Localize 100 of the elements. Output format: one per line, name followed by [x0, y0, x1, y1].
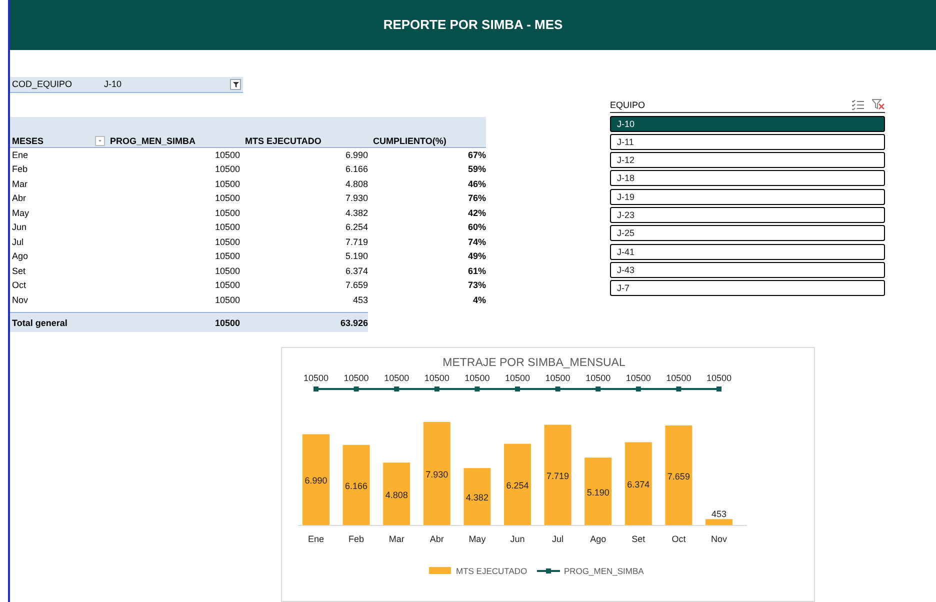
table-cell-text: 7.659 [344, 280, 368, 290]
table-cell-text: 74% [466, 236, 486, 247]
report-title: REPORTE POR SIMBA - MES [383, 17, 563, 32]
axis-label: Jun [510, 534, 525, 544]
month-cell-text: Feb [11, 164, 29, 174]
data-label: 6.374 [627, 480, 650, 490]
table-cell-text: 10500 [214, 150, 240, 160]
data-label: 6.166 [345, 480, 368, 491]
table-cell-text: 67% [466, 150, 486, 160]
table-cell-text: 7.719 [344, 236, 368, 247]
data-label: 453 [711, 509, 727, 520]
axis-label: Jul [552, 534, 564, 544]
table-cell-text: 10500 [214, 236, 240, 247]
slicer-item[interactable]: J-25 [610, 225, 885, 242]
month-cell-text: Ene [11, 150, 30, 160]
column-header: CUMPLIENTO(%) [372, 136, 448, 146]
data-label: 5.190 [586, 487, 610, 498]
table-cell-text: 10500 [214, 208, 240, 218]
table-cell-text: 7.930 [344, 193, 368, 204]
slicer-item[interactable]: J-19 [610, 188, 885, 205]
data-label: 10500 [706, 373, 732, 383]
table-cell-text: 60% [466, 222, 486, 232]
axis-label: Oct [672, 534, 686, 544]
axis-label: Abr [430, 534, 444, 544]
table-cell-text: 10500 [214, 280, 240, 290]
slicer-item[interactable]: J-11 [610, 134, 885, 150]
slicer-item[interactable]: J-41 [610, 244, 885, 260]
slicer-item[interactable]: J-7 [610, 280, 885, 296]
month-cell-text: May [11, 208, 30, 218]
total-cell-text: 63.926 [339, 318, 368, 328]
data-label: 10500 [545, 373, 570, 383]
multi-select-icon[interactable] [852, 100, 864, 110]
slicer-item[interactable]: J-10 [610, 116, 885, 132]
filter-icon[interactable] [230, 78, 241, 90]
axis-label: Ene [308, 534, 324, 544]
table-cell-text: 6.254 [344, 222, 368, 232]
data-label: 10500 [626, 373, 651, 383]
table-cell-text: 4% [472, 294, 486, 305]
slicer-item[interactable]: J-23 [610, 206, 885, 223]
table-cell-text: 59% [466, 164, 486, 174]
table-cell-text: 10500 [214, 178, 240, 189]
filter-value: J-10 [104, 79, 123, 89]
data-label: 10500 [303, 373, 329, 383]
data-label: 10500 [464, 373, 490, 383]
table-cell-text: 49% [466, 251, 486, 262]
legend-swatch [429, 567, 451, 574]
table-cell-text: 10500 [214, 251, 240, 262]
month-cell-text: Ago [11, 251, 30, 262]
table-cell-text: 61% [466, 266, 486, 276]
dropdown-icon[interactable] [95, 136, 105, 146]
data-label: 7.930 [426, 470, 448, 480]
data-label: 10500 [586, 373, 611, 383]
bar [584, 458, 612, 525]
table-cell-text: 6.166 [344, 164, 368, 174]
table-cell-text: 453 [352, 294, 368, 305]
data-label: 10500 [504, 373, 530, 383]
column-header: MTS EJECUTADO [244, 136, 322, 146]
table-cell-text: 42% [466, 208, 486, 218]
axis-label: Set [632, 534, 646, 544]
slicer-item[interactable]: J-12 [610, 152, 885, 168]
clear-filter-icon[interactable] [872, 99, 885, 110]
table-cell-text: 10500 [214, 222, 240, 232]
legend-line-icon [537, 568, 560, 574]
axis-label: Mar [388, 534, 404, 544]
month-cell-text: Oct [11, 280, 28, 290]
table-cell-text: 10500 [214, 266, 240, 276]
axis-label: May [468, 534, 486, 544]
data-label: 4.808 [385, 490, 408, 500]
slicer-title: EQUIPO [610, 100, 646, 110]
total-label: Total general [11, 318, 68, 328]
slicer-item[interactable]: J-43 [610, 262, 885, 278]
month-cell-text: Mar [11, 178, 28, 189]
data-label: 10500 [424, 373, 450, 383]
bar [464, 468, 491, 525]
bar [383, 462, 410, 525]
axis-label: Feb [348, 534, 364, 544]
month-cell-text: Jun [11, 222, 28, 232]
table-cell-text: 76% [466, 193, 486, 204]
chart-title: METRAJE POR SIMBA_MENSUAL [442, 357, 626, 369]
axis-label: Nov [711, 534, 727, 544]
month-cell-text: Set [11, 266, 27, 276]
column-header: MESES [12, 136, 44, 146]
total-cell-text: 10500 [214, 318, 240, 328]
table-cell-text: 4.808 [344, 178, 368, 189]
data-label: 6.990 [304, 476, 328, 486]
table-cell-text: 46% [466, 178, 486, 189]
slicer-item[interactable]: J-18 [610, 170, 885, 186]
data-label: 6.254 [506, 480, 529, 490]
table-cell-text: 73% [466, 280, 486, 290]
table-cell-text: 6.374 [344, 266, 368, 276]
table-cell-text: 10500 [214, 193, 240, 204]
table-cell-text: 4.382 [344, 208, 368, 218]
legend-label: MTS EJECUTADO [456, 566, 528, 576]
data-label: 10500 [666, 373, 692, 383]
data-label: 10500 [384, 373, 410, 383]
filter-field-label: COD_EQUIPO [11, 79, 74, 89]
legend-label: PROG_MEN_SIMBA [564, 566, 644, 576]
month-cell-text: Nov [11, 294, 30, 305]
table-cell-text: 10500 [214, 294, 240, 305]
axis-label: Ago [590, 534, 606, 544]
